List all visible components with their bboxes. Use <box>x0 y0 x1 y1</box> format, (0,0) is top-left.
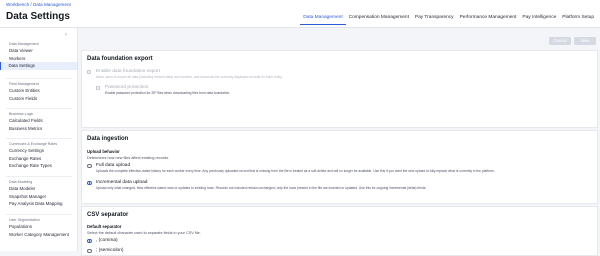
tab-data-management[interactable]: Data Management <box>300 14 346 25</box>
sidebar-divider <box>6 78 72 79</box>
sidebar: ‹ Data Management Data Viewer Workers Da… <box>0 28 78 251</box>
data-ingestion-section: Data ingestion Upload behavior Determine… <box>81 130 598 204</box>
sidebar-divider <box>6 108 72 109</box>
sidebar-divider <box>6 176 72 177</box>
sidebar-item-custom-entities[interactable]: Custom Entities <box>0 87 77 95</box>
default-separator-label: Default separator <box>87 224 122 229</box>
section-title: CSV separator <box>87 212 129 218</box>
chevron-left-icon[interactable]: ‹ <box>65 32 67 38</box>
sidebar-item-workers[interactable]: Workers <box>0 55 77 63</box>
incremental-upload-label: Incremental data upload <box>96 180 148 185</box>
password-protection-label: Password protection <box>105 85 149 90</box>
tab-compensation-management[interactable]: Compensation Management <box>346 14 412 25</box>
tab-performance-management[interactable]: Performance Management <box>457 14 520 25</box>
sidebar-item-custom-fields[interactable]: Custom Fields <box>0 95 77 103</box>
breadcrumb[interactable]: Workbench / Data Management <box>6 2 71 7</box>
sidebar-group-field-management: Field Management Custom Entities Custom … <box>0 81 77 103</box>
tab-platform-setup[interactable]: Platform Setup <box>559 14 597 25</box>
main-content: Cancel Save Data foundation export Enabl… <box>78 28 600 256</box>
tab-bar: Data Management Compensation Management … <box>300 14 597 25</box>
default-separator-helper: Select the default character used to sep… <box>87 231 201 235</box>
tab-pay-transparency[interactable]: Pay Transparency <box>412 14 457 25</box>
csv-separator-section: CSV separator Default separator Select t… <box>81 206 598 256</box>
sidebar-item-calculated-fields[interactable]: Calculated Fields <box>0 117 77 125</box>
comma-label: , (comma) <box>96 238 118 243</box>
sidebar-item-data-settings[interactable]: Data Settings <box>0 62 77 70</box>
upload-behavior-label: Upload behavior <box>87 149 120 154</box>
comma-radio[interactable] <box>87 238 92 244</box>
incremental-upload-radio[interactable] <box>87 180 92 186</box>
sidebar-item-exchange-rate-types[interactable]: Exchange Rate Types <box>0 162 77 170</box>
password-protection-checkbox[interactable] <box>96 85 101 90</box>
section-title: Data ingestion <box>87 136 129 142</box>
sidebar-item-business-metrics[interactable]: Business Metrics <box>0 125 77 133</box>
sidebar-group-data-modeling: Data Modeling Data Modeler Snapshot Mana… <box>0 179 77 208</box>
sidebar-item-currency-settings[interactable]: Currency Settings <box>0 147 77 155</box>
enable-export-description: Allow users to export all data (includin… <box>96 75 283 79</box>
full-upload-description: Uploads the complete effective-dated his… <box>96 169 495 173</box>
full-upload-label: Full data upload <box>96 163 131 168</box>
sidebar-item-worker-category-management[interactable]: Worker Category Management <box>0 231 77 239</box>
sidebar-group-business-logic: Business Logic Calculated Fields Busines… <box>0 111 77 133</box>
sidebar-divider <box>6 138 72 139</box>
top-header: Workbench / Data Management Data Setting… <box>0 0 600 28</box>
sidebar-item-populations[interactable]: Populations <box>0 223 77 231</box>
sidebar-item-exchange-rates[interactable]: Exchange Rates <box>0 155 77 163</box>
sidebar-divider <box>6 214 72 215</box>
sidebar-item-data-viewer[interactable]: Data Viewer <box>0 47 77 55</box>
enable-export-label: Enable data foundation export <box>96 69 161 74</box>
cancel-button[interactable]: Cancel <box>549 37 571 45</box>
sidebar-group-user-segmentation: User Segmentation Populations Worker Cat… <box>0 217 77 239</box>
form-actions: Cancel Save <box>549 37 596 45</box>
save-button[interactable]: Save <box>574 37 596 45</box>
page-title: Data Settings <box>6 11 70 22</box>
section-title: Data foundation export <box>87 56 153 62</box>
data-export-section: Data foundation export Enable data found… <box>81 50 598 128</box>
tab-pay-intelligence[interactable]: Pay Intelligence <box>519 14 559 25</box>
sidebar-item-snapshot-manager[interactable]: Snapshot Manager <box>0 193 77 201</box>
enable-export-checkbox[interactable] <box>87 69 92 74</box>
sidebar-group-currencies: Currencies & Exchange Rates Currency Set… <box>0 141 77 170</box>
password-protection-description: Enable password protection for ZIP files… <box>105 91 231 95</box>
full-upload-radio[interactable] <box>87 163 92 169</box>
sidebar-item-pay-analysis-data-mapping[interactable]: Pay Analysis Data Mapping <box>0 200 77 208</box>
incremental-upload-description: Upload only what changed. New effective-… <box>96 186 427 190</box>
upload-behavior-helper: Determines how new files affect existing… <box>87 156 170 160</box>
sidebar-group-data-management: Data Management Data Viewer Workers Data… <box>0 41 77 70</box>
sidebar-item-data-modeler[interactable]: Data Modeler <box>0 185 77 193</box>
